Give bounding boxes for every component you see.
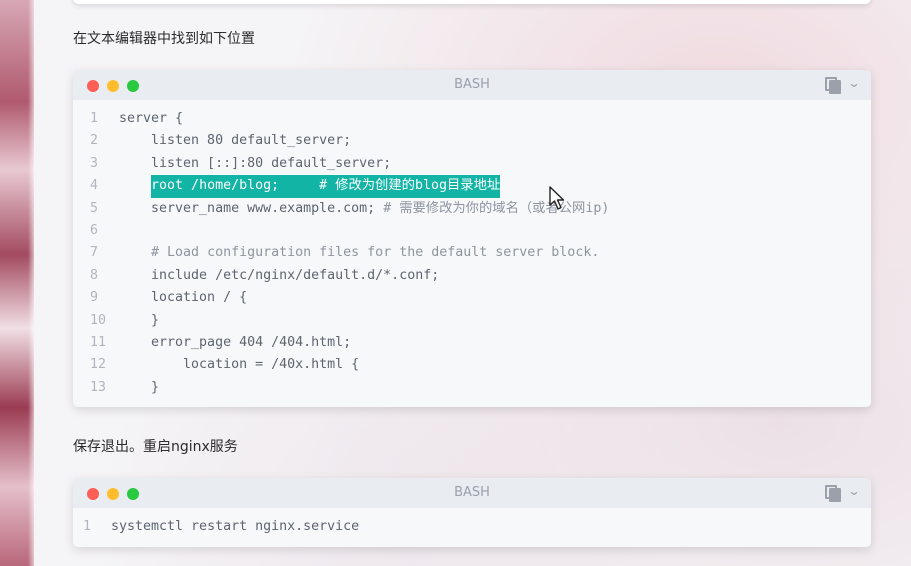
code-text: systemctl restart nginx.service: [111, 519, 360, 534]
code-line: 13 }: [73, 377, 871, 399]
code-line: 4 root /home/blog; # 修改为创建的blog目录地址: [73, 175, 871, 198]
code-text: }: [119, 379, 160, 395]
line-number: 10: [90, 312, 107, 328]
line-number: 1: [83, 519, 92, 534]
chevron-down-icon[interactable]: ⌄: [847, 76, 860, 90]
code-text: location / {: [119, 290, 248, 306]
line-number: 7: [90, 245, 99, 261]
code-line: 9 location / {: [73, 287, 871, 309]
selected-text: root /home/blog; # 修改为创建的blog目录地址: [151, 175, 501, 198]
code-text: location = /40x.html {: [119, 357, 360, 373]
code-comment: # 需要修改为你的域名（或者公网ip): [383, 200, 610, 216]
code-text: server {: [119, 111, 184, 126]
code-line: 2 listen 80 default_server;: [73, 130, 871, 152]
code-line: 6: [73, 220, 871, 242]
code-block-nginx-config: BASH ⌄ 1 server { 2 listen 80 default_serv…: [73, 70, 871, 407]
code-comment: # 修改为创建的blog目录地址: [319, 178, 501, 194]
code-line: 8 include /etc/nginx/default.d/*.conf;: [73, 265, 871, 287]
code-text: error_page 404 /404.html;: [119, 334, 352, 350]
line-number: 1: [90, 111, 99, 126]
code-line: 11 error_page 404 /404.html;: [73, 332, 871, 354]
chevron-down-icon[interactable]: ⌄: [847, 484, 860, 498]
code-body[interactable]: 1 server {2 listen 80 default_server; 3 li…: [73, 100, 871, 399]
copy-icon[interactable]: [824, 77, 841, 94]
code-line: 1 server {: [73, 108, 871, 130]
mouse-pointer-icon: [549, 186, 565, 210]
line-number: 6: [90, 222, 99, 238]
code-language-label: BASH: [454, 485, 490, 500]
instruction-text-1: 在文本编辑器中找到如下位置: [73, 31, 255, 47]
code-line: 7 # Load configuration files for the def…: [73, 242, 871, 264]
code-line: 1 systemctl restart nginx.service: [73, 516, 871, 538]
code-text: server_name www.example.com;: [119, 200, 384, 216]
code-text: }: [119, 312, 160, 328]
line-number: 9: [90, 290, 99, 306]
code-block-titlebar: BASH ⌄: [73, 70, 871, 100]
line-number: 3: [90, 155, 99, 171]
code-text: listen 80 default_server;: [119, 133, 352, 149]
line-number: 11: [90, 334, 107, 350]
background-art-left: [0, 0, 34, 566]
line-number: 2: [90, 133, 99, 149]
copy-icon[interactable]: [824, 485, 841, 502]
code-line: 5 server_name www.example.com; # 需要修改为你的…: [73, 198, 871, 220]
code-block-tools: ⌄: [824, 76, 861, 94]
code-block-titlebar: BASH ⌄: [73, 478, 871, 508]
code-comment: # Load configuration files for the defau…: [151, 245, 600, 261]
code-text: include /etc/nginx/default.d/*.conf;: [119, 267, 440, 283]
line-number: 5: [90, 200, 99, 216]
code-line: 12 location = /40x.html {: [73, 354, 871, 376]
code-block-tools: ⌄: [824, 484, 861, 502]
code-language-label: BASH: [454, 77, 490, 92]
line-number: 4: [90, 178, 99, 194]
code-text: root /home/blog;: [151, 178, 320, 194]
line-number: 8: [90, 267, 99, 283]
previous-code-block-edge: [73, 0, 871, 4]
code-line: 10 }: [73, 310, 871, 332]
code-line: 3 listen [::]:80 default_server;: [73, 153, 871, 175]
instruction-text-2: 保存退出。重启nginx服务: [73, 439, 238, 455]
code-block-restart-command: BASH ⌄ 1 systemctl restart nginx.service: [73, 478, 871, 547]
code-text: listen [::]:80 default_server;: [119, 155, 392, 171]
line-number: 13: [90, 379, 107, 395]
line-number: 12: [90, 357, 107, 373]
code-body[interactable]: 1 systemctl restart nginx.service: [73, 508, 871, 538]
